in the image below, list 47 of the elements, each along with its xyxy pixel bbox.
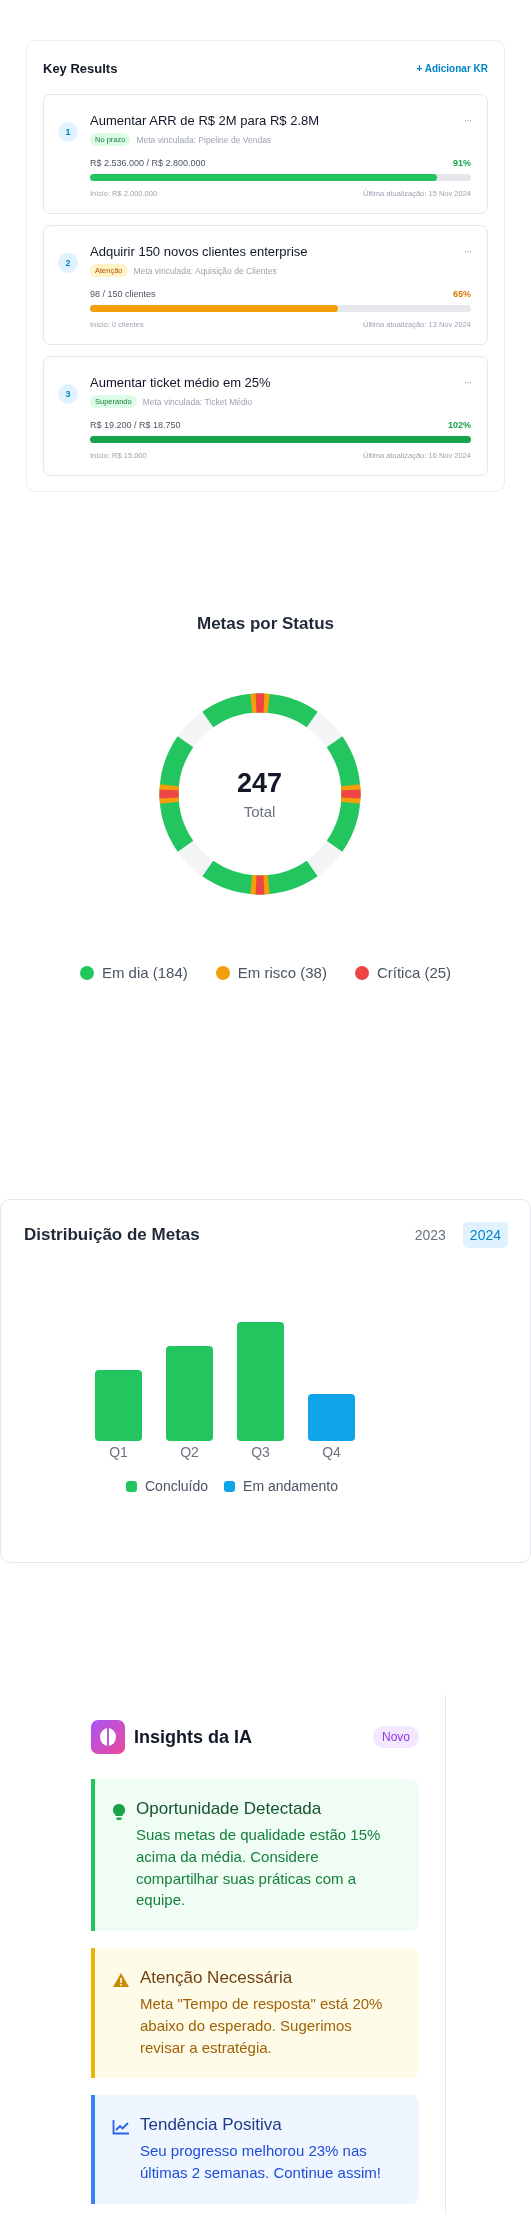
legend-label: Crítica (25) bbox=[376, 964, 452, 981]
progress-percent: 102% bbox=[447, 420, 471, 430]
total-label: Total bbox=[243, 803, 276, 820]
line-chart-icon bbox=[112, 2119, 130, 2136]
axis-label: Q2 bbox=[180, 1444, 199, 1460]
more-menu[interactable]: ··· bbox=[464, 377, 471, 388]
legend-label: Em dia (184) bbox=[101, 964, 188, 981]
new-badge: Novo bbox=[373, 1726, 419, 1748]
year-tab[interactable]: 2024 bbox=[462, 1222, 508, 1248]
key-result-title: Aumentar ARR de R$ 2M para R$ 2.8M bbox=[90, 113, 320, 128]
linked-goal: Meta vinculada: Pipeline de Vendas bbox=[136, 134, 272, 145]
lightbulb-icon bbox=[112, 1803, 126, 1821]
insight-text: Meta "Tempo de resposta" está 20% abaixo do esperado. Sugerimos revisar a estratégia. bbox=[140, 1994, 384, 2058]
more-menu[interactable]: ··· bbox=[464, 246, 471, 257]
section-title: Key Results bbox=[43, 60, 118, 76]
progress-percent: 65% bbox=[453, 289, 471, 299]
panel-title: Insights da IA bbox=[134, 1726, 253, 1748]
legend-label: Em risco (38) bbox=[237, 964, 327, 981]
key-result-title: Aumentar ticket médio em 25% bbox=[90, 375, 271, 390]
year-tab[interactable]: 2023 bbox=[407, 1222, 453, 1248]
linked-goal: Meta vinculada: Aquisição de Clientes bbox=[133, 265, 277, 276]
warning-icon bbox=[112, 1972, 130, 1988]
insight-text: Suas metas de qualidade estão 15% acima da média. Considere compartilhar suas práticas com a equipe. bbox=[136, 1825, 382, 1911]
insight-title: Atenção Necessária bbox=[140, 1968, 294, 1988]
legend-label: Em andamento bbox=[243, 1478, 338, 1494]
axis-label: Q3 bbox=[251, 1444, 270, 1460]
chart-title: Distribuição de Metas bbox=[24, 1225, 200, 1245]
axis-label: Q1 bbox=[109, 1444, 128, 1460]
progress-value: R$ 19.200 / R$ 18.750 bbox=[90, 420, 181, 430]
number-badge: 1 bbox=[58, 122, 78, 142]
progress-percent: 91% bbox=[453, 158, 471, 168]
linked-goal: Meta vinculada: Ticket Médio bbox=[142, 396, 253, 407]
total-value: 247 bbox=[236, 768, 283, 799]
progress-value: R$ 2.536.000 / R$ 2.800.000 bbox=[90, 158, 206, 168]
add-kr-link[interactable]: + Adicionar KR bbox=[416, 62, 488, 74]
number-badge: 3 bbox=[58, 384, 78, 404]
progress-value: 98 / 150 clientes bbox=[90, 289, 156, 299]
ai-logo-icon bbox=[91, 1720, 125, 1754]
insight-title: Tendência Positiva bbox=[140, 2115, 283, 2136]
axis-label: Q4 bbox=[322, 1444, 341, 1460]
number-badge: 2 bbox=[58, 253, 78, 273]
insight-text: Seu progresso melhorou 23% nas últimas 2 semanas. Continue assim! bbox=[140, 2141, 382, 2183]
insight-title: Oportunidade Detectada bbox=[136, 1799, 323, 1819]
key-result-title: Adquirir 150 novos clientes enterprise bbox=[90, 244, 308, 259]
more-menu[interactable]: ··· bbox=[464, 115, 471, 126]
chart-title: Metas por Status bbox=[197, 614, 334, 634]
legend-label: Concluído bbox=[145, 1478, 209, 1494]
